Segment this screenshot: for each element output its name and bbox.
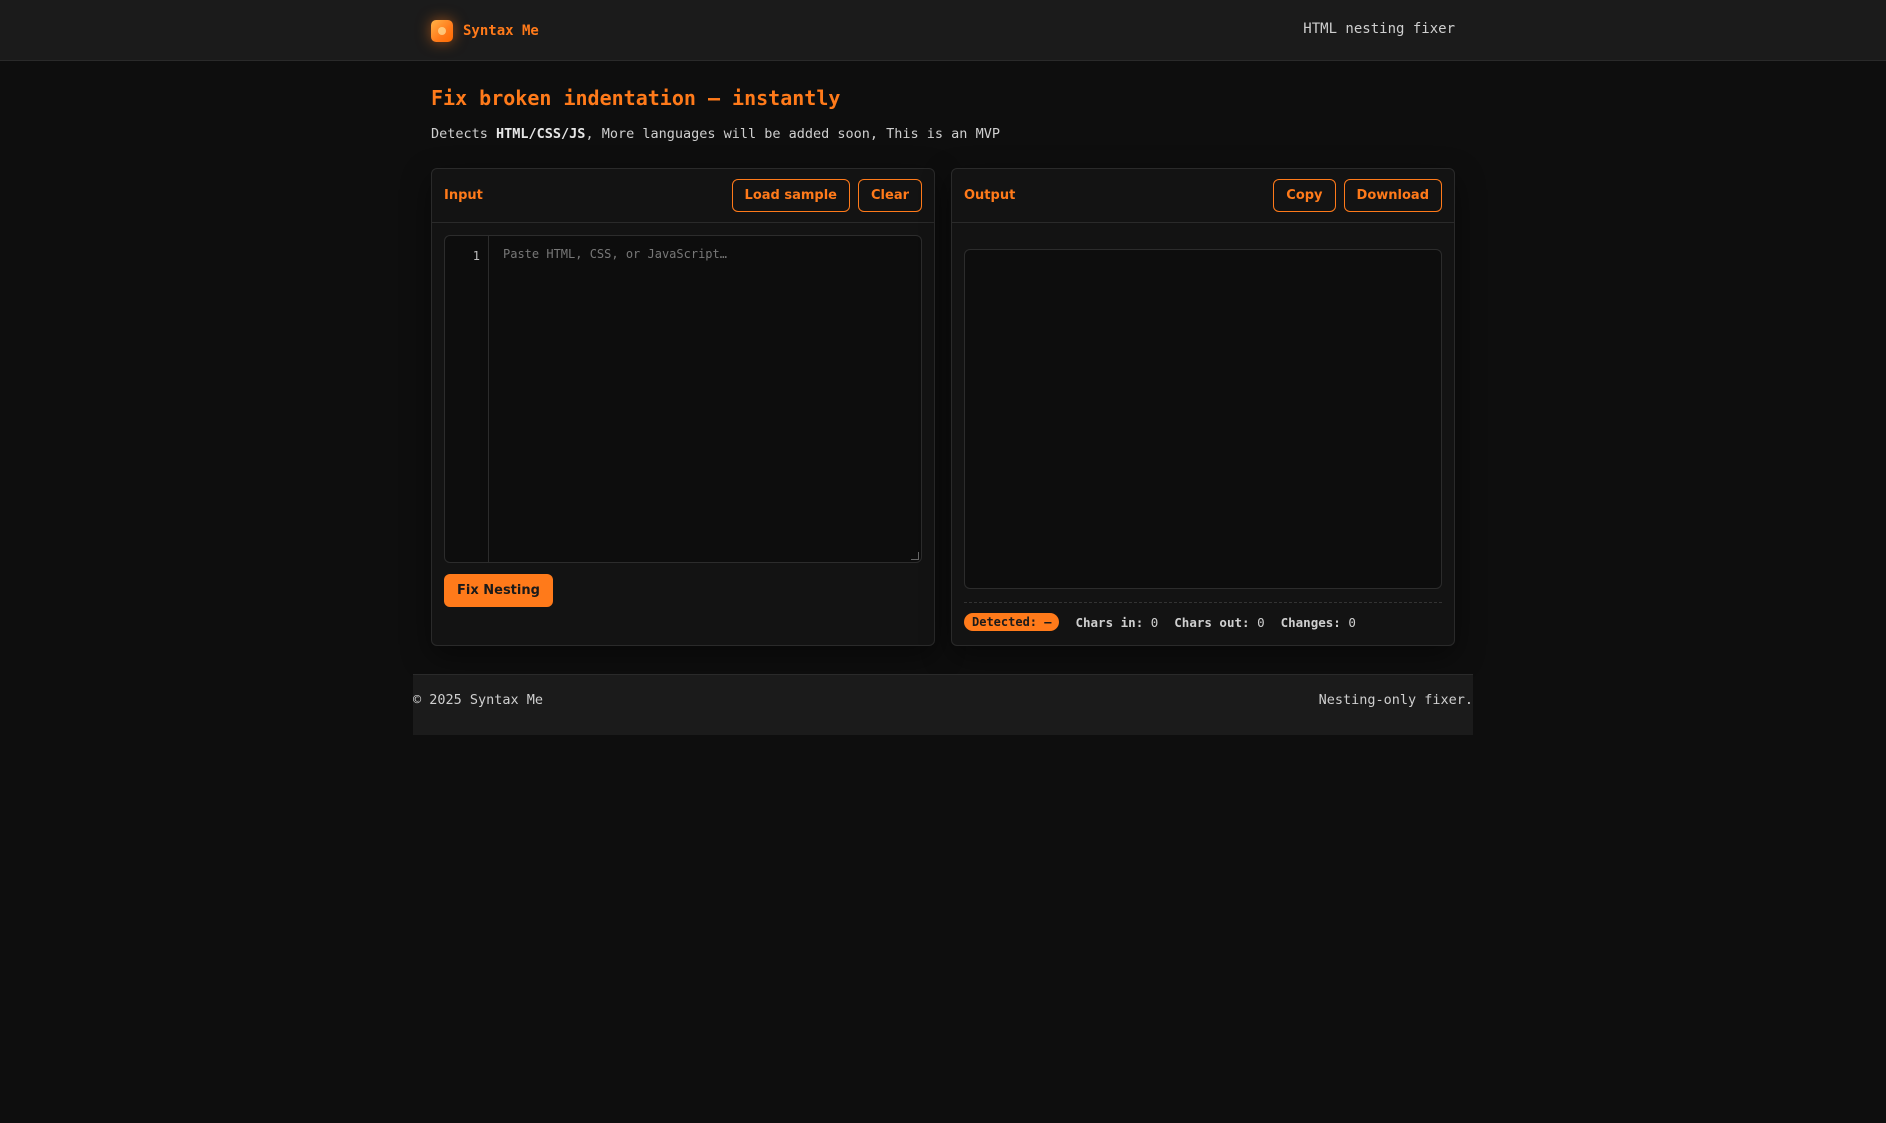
input-actions: Load sample Clear xyxy=(731,179,922,212)
fix-nesting-button[interactable]: Fix Nesting xyxy=(444,574,553,607)
code-editor: 1 xyxy=(444,235,922,563)
brand[interactable]: Syntax Me xyxy=(431,19,539,42)
chars-in-label: Chars in: xyxy=(1075,614,1144,630)
flame-icon xyxy=(431,19,453,42)
detected-language-badge: Detected: — xyxy=(964,613,1060,631)
changes-label: Changes: xyxy=(1280,614,1341,630)
footer-note: Nesting-only fixer. xyxy=(1318,692,1473,708)
brand-name: Syntax Me xyxy=(463,22,539,39)
page-subtitle: Detects HTML/CSS/JS, More languages will… xyxy=(431,126,1000,142)
footer: © 2025 Syntax Me Nesting-only fixer. xyxy=(413,674,1473,735)
chars-out-value: 0 xyxy=(1257,614,1265,630)
download-button[interactable]: Download xyxy=(1343,179,1442,212)
subtitle-languages: HTML/CSS/JS xyxy=(496,126,586,142)
output-actions: Copy Download xyxy=(1273,179,1442,212)
line-numbers-gutter: 1 xyxy=(445,236,489,562)
footer-copyright: © 2025 Syntax Me xyxy=(413,692,544,708)
header-tagline: HTML nesting fixer xyxy=(1303,21,1455,37)
chars-out-label: Chars out: xyxy=(1174,614,1250,630)
load-sample-button[interactable]: Load sample xyxy=(731,179,850,212)
output-panel-header: Output Copy Download xyxy=(952,169,1454,223)
page-title: Fix broken indentation — instantly xyxy=(431,86,841,110)
stats-bar: Detected: — Chars in: 0 Chars out: 0 Cha… xyxy=(964,602,1442,631)
line-number: 1 xyxy=(472,249,480,263)
changes-stat: Changes: 0 xyxy=(1281,615,1356,630)
top-bar: Syntax Me HTML nesting fixer xyxy=(0,0,1886,61)
code-input[interactable] xyxy=(490,236,921,562)
changes-value: 0 xyxy=(1348,614,1356,630)
input-panel: Input Load sample Clear 1 Fix Nesting xyxy=(431,168,935,646)
output-panel-label: Output xyxy=(964,188,1016,203)
subtitle-suffix: , More languages will be added soon, Thi… xyxy=(585,126,1000,142)
clear-button[interactable]: Clear xyxy=(858,179,922,212)
chars-in-value: 0 xyxy=(1150,614,1159,630)
output-box[interactable] xyxy=(964,249,1442,589)
output-panel: Output Copy Download Detected: — Chars i… xyxy=(951,168,1455,646)
input-panel-header: Input Load sample Clear xyxy=(432,169,934,223)
subtitle-prefix: Detects xyxy=(431,126,497,142)
input-panel-label: Input xyxy=(444,188,483,203)
copy-button[interactable]: Copy xyxy=(1273,179,1336,212)
resize-handle-icon[interactable] xyxy=(911,552,919,560)
chars-in-stat: Chars in: 0 xyxy=(1075,615,1158,630)
chars-out-stat: Chars out: 0 xyxy=(1174,615,1264,630)
